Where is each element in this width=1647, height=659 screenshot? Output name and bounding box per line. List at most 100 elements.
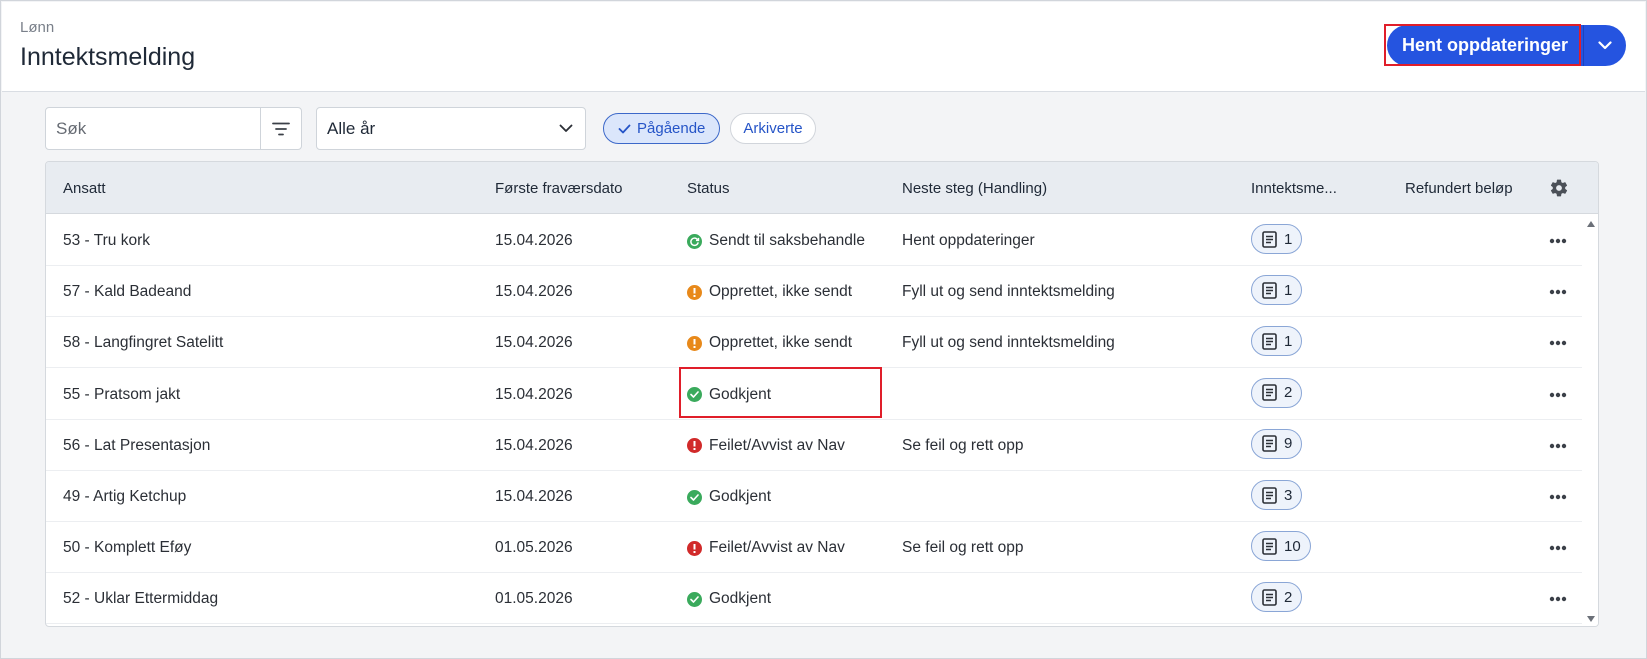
first-absence-date: 15.04.2026 [495,334,573,352]
status-warning-icon [687,284,702,300]
more-actions-icon[interactable] [1549,487,1567,505]
reports-count-badge[interactable]: 1 [1251,326,1303,357]
status-error-icon [687,540,702,556]
more-actions-icon[interactable] [1549,385,1567,403]
status-label: Opprettet, ikke sendt [709,283,853,301]
status-label: Opprettet, ikke sendt [709,334,853,352]
table-row[interactable]: 49 - Artig Ketchup 15.04.2026 Godkjent 3 [46,471,1582,522]
more-actions-icon[interactable] [1549,436,1567,454]
status-error-icon [687,438,702,454]
status-cell: Godkjent [687,590,771,608]
page-header: Lønn Inntektsmelding Hent oppdateringer [2,2,1645,92]
first-absence-date: 15.04.2026 [495,232,573,249]
document-icon [1262,230,1284,248]
status-cell: Opprettet, ikke sendt [687,283,852,301]
fetch-updates-menu-button[interactable] [1583,25,1626,66]
employee-name[interactable]: 50 - Komplett Eføy [63,539,191,557]
table-row[interactable]: 55 - Pratsom jakt 15.04.2026 Godkjent 2 [46,368,1582,420]
column-refund[interactable]: Refundert beløp [1405,180,1513,197]
column-next-step[interactable]: Neste steg (Handling) [902,180,1047,197]
reports-count-badge[interactable]: 2 [1251,582,1303,613]
more-actions-icon[interactable] [1549,333,1567,351]
chip-label: Arkiverte [743,120,803,137]
scroll-up-icon[interactable] [1586,219,1596,229]
employee-name[interactable]: 55 - Pratsom jakt [63,386,180,404]
breadcrumb[interactable]: Lønn [20,19,54,36]
status-label: Sendt til saksbehandle [709,232,865,249]
chevron-down-icon [559,124,573,132]
employee-name[interactable]: 57 - Kald Badeand [63,283,191,301]
reports-count-badge[interactable]: 3 [1251,480,1303,510]
status-cell: Feilet/Avvist av Nav [687,539,845,557]
status-label: Godkjent [709,488,772,505]
employee-name[interactable]: 56 - Lat Presentasjon [63,437,210,455]
reports-count: 1 [1284,281,1293,299]
reports-count-badge[interactable]: 10 [1251,531,1311,562]
document-icon [1262,333,1284,350]
status-label: Feilet/Avvist av Nav [709,436,845,454]
employee-name[interactable]: 58 - Langfingret Satelitt [63,334,223,352]
reports-count-badge[interactable]: 9 [1251,428,1303,459]
vertical-scrollbar[interactable] [1582,215,1598,626]
status-cell: Sendt til saksbehandle [687,232,865,250]
reports-count-badge[interactable]: 1 [1251,275,1303,306]
scroll-down-icon[interactable] [1586,614,1596,624]
first-absence-date: 01.05.2026 [495,539,573,557]
document-icon [1262,384,1284,401]
reports-count: 1 [1284,230,1293,248]
check-icon [618,124,631,133]
column-first-absence-date[interactable]: Første fraværsdato [495,180,623,197]
status-warning-icon [687,335,702,351]
table-row[interactable]: 57 - Kald Badeand 15.04.2026 Opprettet, ik… [46,266,1582,318]
reports-count: 2 [1284,384,1293,402]
more-actions-icon[interactable] [1549,231,1567,249]
more-actions-icon[interactable] [1549,538,1567,556]
year-select[interactable]: Alle år [316,107,586,150]
document-icon [1262,589,1284,606]
more-actions-icon[interactable] [1549,282,1567,300]
reports-count-badge[interactable]: 2 [1251,377,1303,408]
table-row[interactable]: 56 - Lat Presentasjon 15.04.2026 Feilet/Av… [46,419,1582,471]
reports-count-badge[interactable]: 1 [1251,224,1303,254]
next-step: Fyll ut og send inntektsmelding [902,283,1115,301]
next-step: Hent oppdateringer [902,232,1035,249]
status-label: Godkjent [709,385,772,403]
reports-count: 3 [1284,486,1293,504]
status-cell: Godkjent [687,488,771,506]
column-reports[interactable]: Inntektsme... [1251,180,1337,197]
next-step: Se feil og rett opp [902,436,1024,454]
reports-count: 9 [1284,435,1293,453]
more-actions-icon[interactable] [1549,589,1567,607]
employee-name[interactable]: 52 - Uklar Ettermiddag [63,590,218,608]
status-success-icon [687,591,702,607]
page-title: Inntektsmelding [20,43,196,71]
first-absence-date: 15.04.2026 [495,283,573,301]
first-absence-date: 01.05.2026 [495,590,573,608]
app-frame: Lønn Inntektsmelding Hent oppdateringer … [0,0,1647,659]
gear-icon[interactable] [1549,178,1569,203]
table-row[interactable]: 50 - Komplett Eføy 01.05.2026 Feilet/Avvis… [46,522,1582,574]
search-input[interactable] [46,108,260,149]
status-success-icon [687,387,702,403]
first-absence-date: 15.04.2026 [495,488,573,505]
table-row[interactable]: 53 - Tru kork 15.04.2026 Sendt til saksbeh… [46,215,1582,266]
column-employee[interactable]: Ansatt [63,180,106,197]
search-box [45,107,302,150]
status-cell: Feilet/Avvist av Nav [687,437,845,455]
table-row[interactable]: 52 - Uklar Ettermiddag 01.05.2026 Godkjent… [46,573,1582,625]
status-cell: Opprettet, ikke sendt [687,334,852,352]
table-row[interactable]: 58 - Langfingret Satelitt 15.04.2026 Oppre… [46,317,1582,369]
chip-ongoing[interactable]: Pågående [603,113,720,144]
first-absence-date: 15.04.2026 [495,436,573,454]
table-header: Ansatt Første fraværsdato Status Neste s… [46,162,1598,214]
filter-icon [272,122,290,135]
fetch-updates-button[interactable]: Hent oppdateringer [1387,25,1583,66]
employee-name[interactable]: 49 - Artig Ketchup [63,488,186,506]
column-status[interactable]: Status [687,180,730,197]
employee-name[interactable]: 53 - Tru kork [63,232,150,250]
document-icon [1262,537,1284,555]
chevron-down-icon [1598,41,1612,50]
chip-archived[interactable]: Arkiverte [730,113,816,144]
filter-button[interactable] [260,108,301,149]
status-sent-icon [687,233,702,249]
